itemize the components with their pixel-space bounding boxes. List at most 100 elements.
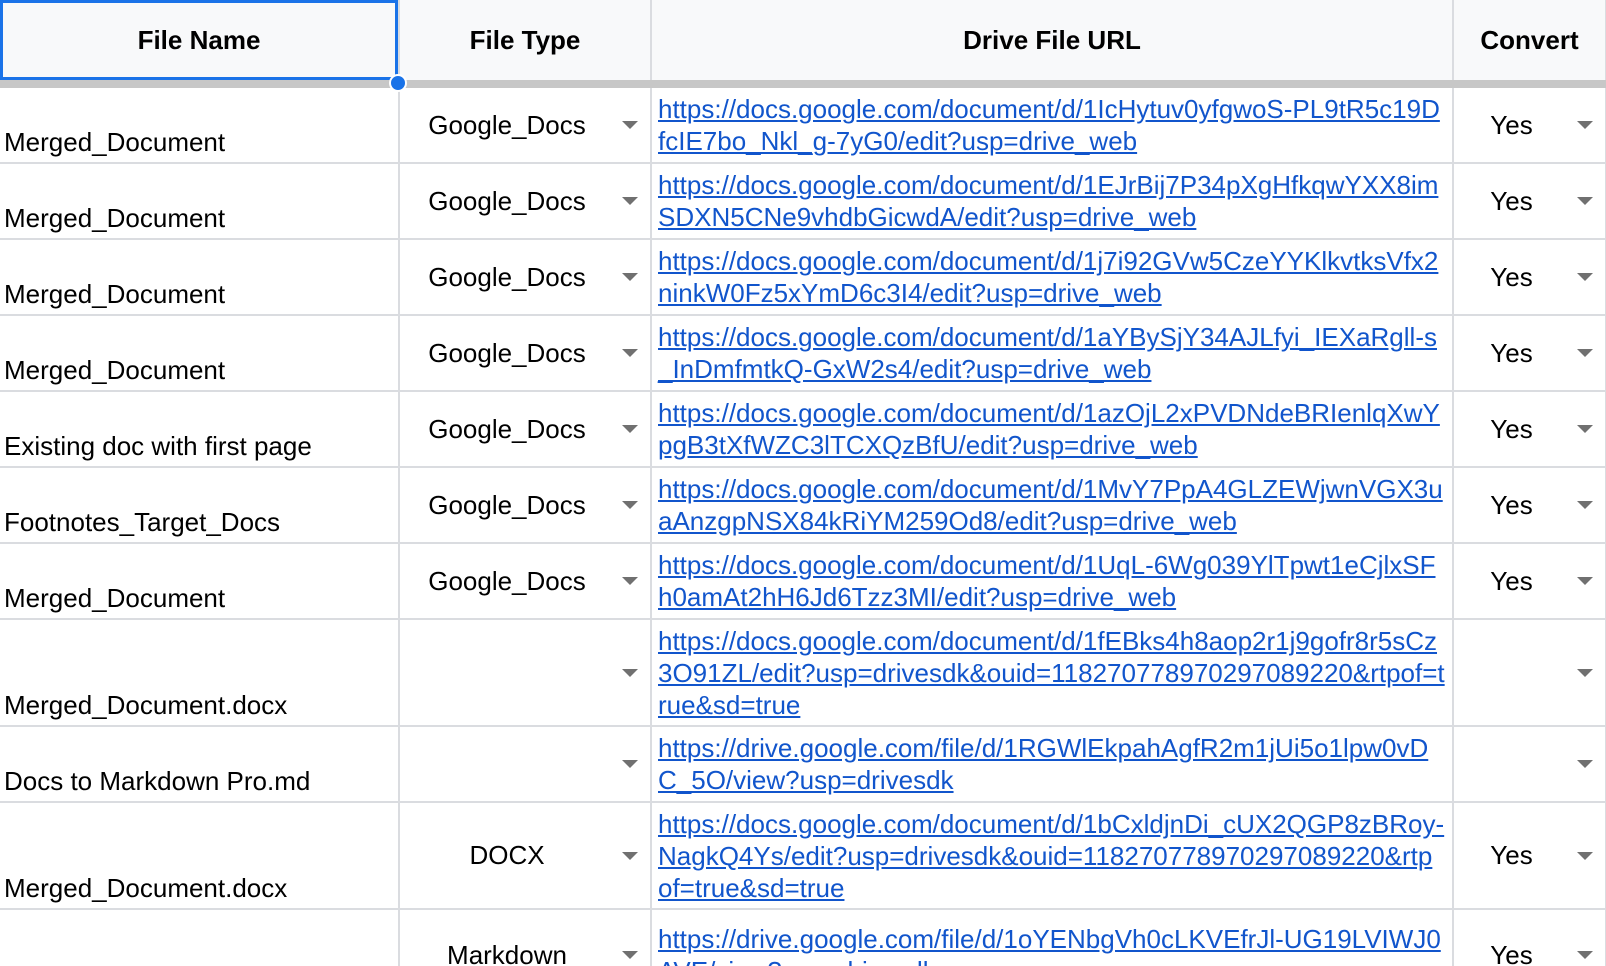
drive-url-cell[interactable]: https://docs.google.com/document/d/1MvY7… bbox=[651, 467, 1454, 544]
convert-cell[interactable]: Yes bbox=[1453, 315, 1606, 392]
file-type-cell[interactable]: Markdown bbox=[399, 909, 652, 966]
drive-url-link[interactable]: https://docs.google.com/document/d/1aYBy… bbox=[658, 322, 1437, 384]
drive-url-link[interactable]: https://docs.google.com/document/d/1UqL-… bbox=[658, 550, 1436, 612]
convert-cell[interactable]: Yes bbox=[1453, 163, 1606, 240]
drive-url-cell[interactable]: https://docs.google.com/document/d/1azOj… bbox=[651, 391, 1454, 468]
drive-url-cell[interactable]: https://docs.google.com/document/d/1IcHy… bbox=[651, 84, 1454, 164]
dropdown-arrow-icon[interactable] bbox=[1577, 121, 1593, 129]
drive-url-cell[interactable]: https://docs.google.com/document/d/1bCxl… bbox=[651, 802, 1454, 910]
drive-url-cell[interactable]: https://docs.google.com/document/d/1j7i9… bbox=[651, 239, 1454, 316]
dropdown-arrow-icon[interactable] bbox=[1577, 273, 1593, 281]
drive-url-cell[interactable]: https://drive.google.com/file/d/1oYENbgV… bbox=[651, 909, 1454, 966]
dropdown-arrow-icon[interactable] bbox=[1577, 577, 1593, 585]
dropdown-arrow-icon[interactable] bbox=[622, 273, 638, 281]
header-file-type[interactable]: File Type bbox=[399, 0, 652, 88]
drive-url-cell[interactable]: https://drive.google.com/file/d/1RGWlEkp… bbox=[651, 726, 1454, 803]
table-row: Merged_Document Google_Docs https://docs… bbox=[0, 239, 1606, 316]
table-row: Merged_Document Google_Docs https://docs… bbox=[0, 163, 1606, 240]
dropdown-arrow-icon[interactable] bbox=[1577, 760, 1593, 768]
file-name-cell[interactable]: Merged_Document.docx bbox=[0, 619, 400, 727]
convert-cell[interactable] bbox=[1453, 726, 1606, 803]
drive-url-link[interactable]: https://drive.google.com/file/d/1oYENbgV… bbox=[658, 924, 1441, 966]
file-type-cell[interactable]: Google_Docs bbox=[399, 84, 652, 164]
convert-cell[interactable]: Yes bbox=[1453, 391, 1606, 468]
header-drive-url[interactable]: Drive File URL bbox=[651, 0, 1454, 88]
dropdown-arrow-icon[interactable] bbox=[622, 501, 638, 509]
convert-value: Yes bbox=[1490, 565, 1533, 596]
header-convert[interactable]: Convert bbox=[1453, 0, 1606, 88]
convert-cell[interactable]: Yes bbox=[1453, 467, 1606, 544]
file-name-cell[interactable]: Merged_Document bbox=[0, 315, 400, 392]
drive-url-cell[interactable]: https://docs.google.com/document/d/1aYBy… bbox=[651, 315, 1454, 392]
dropdown-arrow-icon[interactable] bbox=[1577, 951, 1593, 959]
file-table: File Name File Type Drive File URL Conve… bbox=[0, 0, 1606, 966]
convert-cell[interactable]: Yes bbox=[1453, 802, 1606, 910]
drive-url-cell[interactable]: https://docs.google.com/document/d/1UqL-… bbox=[651, 543, 1454, 620]
convert-cell[interactable]: Yes bbox=[1453, 84, 1606, 164]
drive-url-link[interactable]: https://drive.google.com/file/d/1RGWlEkp… bbox=[658, 733, 1428, 795]
file-type-cell[interactable] bbox=[399, 726, 652, 803]
drive-url-link[interactable]: https://docs.google.com/document/d/1MvY7… bbox=[658, 474, 1443, 536]
convert-value: Yes bbox=[1490, 489, 1533, 520]
file-type-cell[interactable]: Google_Docs bbox=[399, 391, 652, 468]
convert-value: Yes bbox=[1490, 109, 1533, 140]
file-type-cell[interactable]: Google_Docs bbox=[399, 163, 652, 240]
file-name-cell[interactable]: Footnotes_Target_Docs bbox=[0, 467, 400, 544]
file-type-cell[interactable]: Google_Docs bbox=[399, 467, 652, 544]
file-type-value: DOCX bbox=[469, 840, 545, 870]
dropdown-arrow-icon[interactable] bbox=[622, 760, 638, 768]
convert-cell[interactable] bbox=[1453, 619, 1606, 727]
drive-url-link[interactable]: https://docs.google.com/document/d/1EJrB… bbox=[658, 170, 1438, 232]
convert-value: Yes bbox=[1490, 840, 1533, 870]
file-name-cell[interactable]: Merged_Document bbox=[0, 543, 400, 620]
dropdown-arrow-icon[interactable] bbox=[622, 121, 638, 129]
drive-url-link[interactable]: https://docs.google.com/document/d/1azOj… bbox=[658, 398, 1440, 460]
dropdown-arrow-icon[interactable] bbox=[622, 577, 638, 585]
file-type-cell[interactable] bbox=[399, 619, 652, 727]
file-type-cell[interactable]: Google_Docs bbox=[399, 543, 652, 620]
file-type-cell[interactable]: Google_Docs bbox=[399, 239, 652, 316]
table-row: Merged_Document.docx DOCX https://docs.g… bbox=[0, 802, 1606, 910]
file-name-cell[interactable]: Docs to Markdown Pro.md bbox=[0, 726, 400, 803]
convert-value: Yes bbox=[1490, 413, 1533, 444]
dropdown-arrow-icon[interactable] bbox=[1577, 197, 1593, 205]
convert-cell[interactable]: Yes bbox=[1453, 239, 1606, 316]
dropdown-arrow-icon[interactable] bbox=[1577, 851, 1593, 860]
dropdown-arrow-icon[interactable] bbox=[622, 425, 638, 433]
file-name-cell[interactable]: Merged_Document bbox=[0, 163, 400, 240]
convert-cell[interactable]: Yes bbox=[1453, 543, 1606, 620]
dropdown-arrow-icon[interactable] bbox=[1577, 349, 1593, 357]
drive-url-link[interactable]: https://docs.google.com/document/d/1j7i9… bbox=[658, 246, 1438, 308]
table-row: Merged_Document Google_Docs https://docs… bbox=[0, 84, 1606, 164]
dropdown-arrow-icon[interactable] bbox=[1577, 425, 1593, 433]
drive-url-link[interactable]: https://docs.google.com/document/d/1IcHy… bbox=[658, 94, 1440, 156]
dropdown-arrow-icon[interactable] bbox=[1577, 668, 1593, 677]
table-row: Footnotes_Target_Docs Google_Docs https:… bbox=[0, 467, 1606, 544]
table-row: Merged_Document Google_Docs https://docs… bbox=[0, 315, 1606, 392]
header-file-name[interactable]: File Name bbox=[0, 0, 407, 92]
drive-url-cell[interactable]: https://docs.google.com/document/d/1EJrB… bbox=[651, 163, 1454, 240]
header-drive-url-label: Drive File URL bbox=[963, 24, 1141, 55]
file-type-value: Google_Docs bbox=[428, 337, 586, 368]
file-name-cell[interactable]: Docs to Markdown Pro.md bbox=[0, 909, 400, 966]
dropdown-arrow-icon[interactable] bbox=[622, 197, 638, 205]
dropdown-arrow-icon[interactable] bbox=[622, 951, 638, 959]
file-type-cell[interactable]: DOCX bbox=[399, 802, 652, 910]
drive-url-cell[interactable]: https://docs.google.com/document/d/1fEBk… bbox=[651, 619, 1454, 727]
dropdown-arrow-icon[interactable] bbox=[622, 349, 638, 357]
file-name-cell[interactable]: Merged_Document bbox=[0, 84, 400, 164]
dropdown-arrow-icon[interactable] bbox=[622, 668, 638, 677]
convert-value: Yes bbox=[1490, 261, 1533, 292]
dropdown-arrow-icon[interactable] bbox=[1577, 501, 1593, 509]
header-convert-label: Convert bbox=[1480, 24, 1579, 55]
dropdown-arrow-icon[interactable] bbox=[622, 851, 638, 860]
file-name-cell[interactable]: Merged_Document.docx bbox=[0, 802, 400, 910]
file-name-cell[interactable]: Merged_Document bbox=[0, 239, 400, 316]
convert-value: Yes bbox=[1490, 185, 1533, 216]
drive-url-link[interactable]: https://docs.google.com/document/d/1bCxl… bbox=[658, 809, 1444, 903]
drive-url-link[interactable]: https://docs.google.com/document/d/1fEBk… bbox=[658, 626, 1445, 720]
convert-cell[interactable]: Yes bbox=[1453, 909, 1606, 966]
file-type-cell[interactable]: Google_Docs bbox=[399, 315, 652, 392]
file-name-cell[interactable]: Existing doc with first page bbox=[0, 391, 400, 468]
selection-fill-handle[interactable] bbox=[389, 74, 407, 92]
